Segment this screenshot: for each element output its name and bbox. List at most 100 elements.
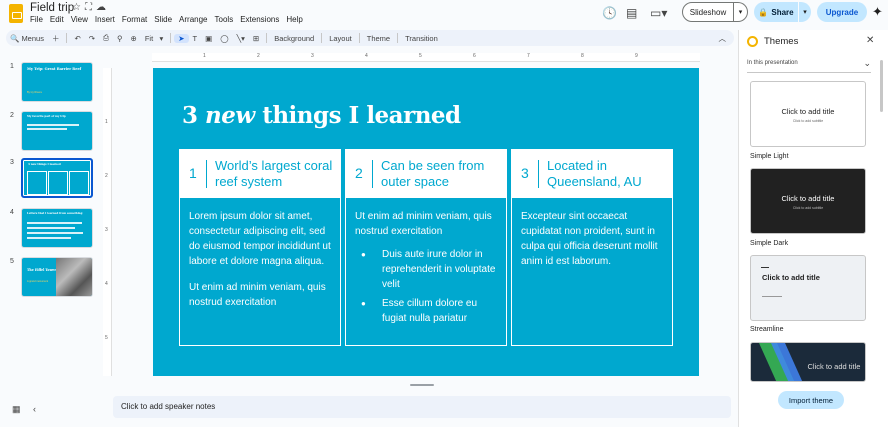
- chevron-down-icon: ▾: [738, 9, 743, 16]
- menu-view[interactable]: View: [71, 15, 88, 24]
- slide-thumbnail-2[interactable]: My favorite part of my trip: [21, 111, 93, 151]
- folder-move-icon[interactable]: ⛶: [85, 2, 96, 13]
- body-paragraph: Excepteur sint occaecat cupidatat non pr…: [521, 211, 658, 267]
- theme-preview-title: Click to add title: [781, 194, 835, 203]
- search-icon: 🔍: [10, 33, 20, 43]
- thumb-title: My favorite part of my trip: [27, 115, 66, 118]
- divider: [206, 160, 207, 188]
- ruler-tick: 2: [105, 173, 108, 179]
- ruler-tick: 1: [105, 119, 108, 125]
- slide-canvas[interactable]: 3 new things I learned 1 World’s largest…: [153, 68, 699, 376]
- body-paragraph: Ut enim ad minim veniam, quis nostrud ex…: [189, 282, 326, 308]
- collapse-filmstrip-icon[interactable]: ‹: [33, 404, 36, 414]
- slide-number: 1: [10, 63, 14, 70]
- import-theme-button[interactable]: Import theme: [778, 391, 844, 409]
- slide-thumbnail-4[interactable]: Letters that I learned from something: [21, 208, 93, 248]
- speaker-notes[interactable]: Click to add speaker notes: [113, 396, 731, 418]
- column-header: 2 Can be seen from outer space: [346, 150, 506, 198]
- theme-preview-title: Click to add title: [781, 107, 835, 116]
- menus-label: Menus: [21, 33, 44, 43]
- meet-icon[interactable]: ▭▾: [650, 6, 667, 20]
- search-menus[interactable]: 🔍 Menus: [6, 34, 48, 43]
- theme-card-simple-light[interactable]: Click to add title Click to add subtitle: [750, 81, 866, 147]
- menu-extensions[interactable]: Extensions: [240, 15, 279, 24]
- column-title: Located in Queensland, AU: [547, 158, 642, 189]
- ruler-tick: 7: [527, 53, 530, 59]
- theme-name: Streamline: [750, 326, 784, 333]
- divider: [372, 160, 373, 188]
- cloud-status-icon[interactable]: ☁: [96, 2, 110, 13]
- thumb-subtitle: By Ivy Rivera: [27, 91, 42, 94]
- zoom-value: Fit: [144, 33, 154, 43]
- comments-icon[interactable]: ▤: [626, 6, 637, 20]
- menu-help[interactable]: Help: [286, 15, 302, 24]
- column-3[interactable]: 3 Located in Queensland, AU Excepteur si…: [511, 149, 673, 346]
- menu-arrange[interactable]: Arrange: [179, 15, 207, 24]
- gemini-spark-icon[interactable]: ✦: [872, 4, 883, 20]
- slideshow-button[interactable]: Slideshow: [682, 2, 734, 22]
- slide-thumbnail-5[interactable]: The Eiffel Tower A grand monument: [21, 257, 93, 297]
- image-icon[interactable]: ▣: [201, 34, 216, 43]
- column-1[interactable]: 1 World’s largest coral reef system Lore…: [179, 149, 341, 346]
- document-title[interactable]: Field trip: [30, 2, 74, 14]
- menu-format[interactable]: Format: [122, 15, 147, 24]
- scrollbar[interactable]: [880, 60, 883, 112]
- line-icon[interactable]: ╲▾: [233, 34, 249, 43]
- transition-button[interactable]: Transition: [401, 34, 442, 43]
- slide-thumbnail-1[interactable]: My Trip: Great Barrier Reef By Ivy River…: [21, 62, 93, 102]
- theme-card-streamline[interactable]: Click to add title: [750, 255, 866, 321]
- background-button[interactable]: Background: [270, 34, 318, 43]
- slideshow-dropdown-button[interactable]: ▾: [734, 2, 748, 22]
- thumb-text-line: [27, 222, 82, 224]
- notes-resize-handle[interactable]: [410, 384, 434, 386]
- ruler-tick: 5: [105, 335, 108, 341]
- history-icon[interactable]: 🕓: [602, 6, 617, 20]
- star-icon[interactable]: ☆: [72, 2, 85, 13]
- slides-logo-icon[interactable]: [9, 4, 23, 23]
- theme-preview-title: Click to add title: [807, 362, 861, 371]
- menu-slide[interactable]: Slide: [154, 15, 172, 24]
- theme-preview-subtitle: Click to add subtitle: [792, 206, 824, 210]
- column-header: 1 World’s largest coral reef system: [180, 150, 340, 198]
- close-icon[interactable]: ✕: [866, 35, 874, 46]
- menu-edit[interactable]: Edit: [50, 15, 64, 24]
- paint-format-icon[interactable]: ⚲: [113, 34, 127, 43]
- divider: [397, 33, 399, 43]
- upgrade-button[interactable]: Upgrade: [817, 2, 867, 22]
- theme-card-simple-dark[interactable]: Click to add title Click to add subtitle: [750, 168, 866, 234]
- column-title: World’s largest coral reef system: [215, 158, 333, 189]
- text-box-icon[interactable]: T: [189, 34, 202, 43]
- menu-file[interactable]: File: [30, 15, 43, 24]
- thumb-text-line: [27, 128, 67, 130]
- layout-button[interactable]: Layout: [325, 34, 356, 43]
- theme-card-focus[interactable]: Click to add title: [750, 342, 866, 382]
- menu-tools[interactable]: Tools: [215, 15, 234, 24]
- collapse-toolbar-icon[interactable]: ︿: [715, 33, 735, 44]
- chevron-down-icon: ▾: [159, 33, 164, 43]
- grid-view-icon[interactable]: ▦: [12, 404, 21, 414]
- thumb-title: 3 new things I learned: [28, 163, 61, 166]
- accent-line: [761, 267, 769, 268]
- shape-icon[interactable]: ◯: [216, 34, 232, 43]
- share-button[interactable]: 🔒 Share: [754, 2, 798, 22]
- undo-icon[interactable]: ↶: [70, 34, 84, 43]
- ruler-tick: 3: [105, 227, 108, 233]
- theme-button[interactable]: Theme: [363, 34, 394, 43]
- zoom-select[interactable]: Fit ▾: [141, 34, 167, 43]
- theme-source-select[interactable]: In this presentation ⌄: [747, 57, 871, 73]
- print-icon[interactable]: ⎙: [99, 33, 113, 43]
- column-2[interactable]: 2 Can be seen from outer space Ut enim a…: [345, 149, 507, 346]
- redo-icon[interactable]: ↷: [85, 34, 99, 43]
- share-dropdown-button[interactable]: ▾: [799, 2, 811, 22]
- slide-thumbnail-3[interactable]: 3 new things I learned: [21, 158, 93, 198]
- select-cursor-icon[interactable]: ➤: [174, 33, 189, 43]
- comment-add-icon[interactable]: ⊞: [249, 34, 263, 43]
- slide-number: 4: [10, 209, 14, 216]
- slide-title[interactable]: 3 new things I learned: [182, 102, 461, 129]
- zoom-icon[interactable]: ⊕: [127, 34, 141, 43]
- menu-insert[interactable]: Insert: [95, 15, 115, 24]
- title-italic-word: new: [205, 102, 255, 129]
- new-slide-icon[interactable]: ＋: [48, 33, 64, 44]
- app-header: Field trip ☆⛶☁ File Edit View Insert For…: [0, 0, 888, 28]
- column-body: Ut enim ad minim veniam, quis nostrud ex…: [355, 209, 503, 330]
